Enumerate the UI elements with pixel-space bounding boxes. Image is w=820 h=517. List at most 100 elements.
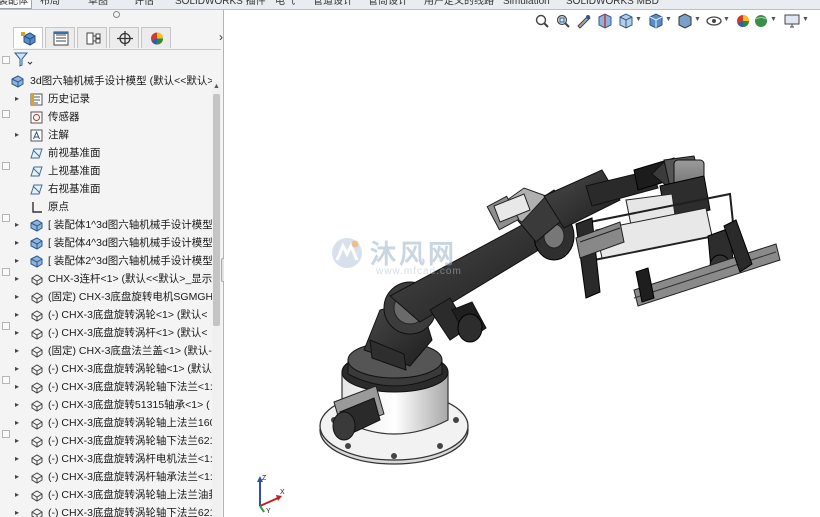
tree-item[interactable]: ▸ [ 装配体1^3d图六轴机械手设计模型 [10,216,212,234]
display-manager-tab[interactable] [141,27,171,48]
property-manager-tab[interactable] [45,27,75,48]
expand-arrow-icon[interactable]: ▸ [15,216,23,234]
expand-arrow-icon[interactable]: ▸ [15,126,23,144]
tree-item[interactable]: ▸ 注解 [10,126,212,144]
tree-item-label: 传感器 [48,111,80,123]
tree-item[interactable]: 前视基准面 [10,144,212,162]
configuration-manager-tab[interactable] [77,27,107,48]
strip-icon[interactable] [2,376,10,384]
scroll-up-icon[interactable]: ▲ [212,82,221,91]
tab-command-2[interactable]: SOLIDWORKS 插件 [175,0,266,8]
tree-item[interactable]: ▸ (-) CHX-3底盘旋转涡轮轴上法兰油封 [10,486,212,504]
strip-icon[interactable] [2,162,10,170]
tree-item[interactable]: ▸ (-) CHX-3底盘旋转涡杆轴承法兰<1: [10,468,212,486]
expand-arrow-icon[interactable]: ▸ [15,306,23,324]
tab-command-7[interactable]: Simulation [503,0,550,8]
command-manager-tabs: 装配体 布局 草图 评估 SOLIDWORKS 插件 电气 管道设计 管筒设计 用户定义的线… [0,0,820,10]
tree-item[interactable]: 上视基准面 [10,162,212,180]
tree-item[interactable]: ▸ (-) CHX-3底盘旋转涡轮轴<1> (默认 [10,360,212,378]
part-icon [31,382,43,394]
triad-z-label: Z [262,475,267,482]
expand-arrow-icon[interactable]: ▸ [15,396,23,414]
feature-manager-tab[interactable] [13,27,43,48]
expand-arrow-icon[interactable]: ▸ [15,324,23,342]
expand-arrow-icon[interactable]: ▸ [15,468,23,486]
tab-command-6[interactable]: 用户定义的线路 [424,0,494,8]
origin-icon [32,202,42,213]
tree-item[interactable]: ▸ (固定) CHX-3底盘旋转电机SGMGH- [10,288,212,306]
strip-icon[interactable] [2,430,10,438]
chevron-right-icon[interactable]: › [219,30,223,44]
expand-arrow-icon[interactable]: ▸ [15,252,23,270]
tree-item-label: (-) CHX-3底盘旋转涡轮轴下法兰<1: [48,381,212,393]
expand-arrow-icon[interactable]: ▸ [15,504,23,517]
panel-splitter[interactable] [113,11,120,18]
tree-item[interactable]: ▸ (-) CHX-3底盘旋转51315轴承<1> ( [10,396,212,414]
history-icon [30,93,43,106]
expand-arrow-icon[interactable]: ▸ [15,486,23,504]
tree-item[interactable]: ▸ (-) CHX-3底盘旋转涡轮轴下法兰621 [10,504,212,517]
tab-command-5[interactable]: 管筒设计 [368,0,408,8]
expand-arrow-icon[interactable]: ▸ [15,288,23,306]
tree-item-label: (-) CHX-3底盘旋转51315轴承<1> ( [48,399,210,411]
strip-icon[interactable] [2,56,10,64]
feature-tree-icon [21,32,36,46]
tree-item-label: (固定) CHX-3底盘法兰盖<1> (默认- [48,345,212,357]
tree-item[interactable]: 原点 [10,198,212,216]
expand-arrow-icon[interactable]: ▸ [15,432,23,450]
tree-item[interactable]: 右视基准面 [10,180,212,198]
tree-item[interactable]: ▸ (-) CHX-3底盘旋转涡轮轴下法兰621 [10,432,212,450]
tree-item-label: 历史记录 [48,93,90,105]
filter-icon[interactable] [14,52,34,68]
tree-item[interactable]: ▸ (-) CHX-3底盘旋转涡轮轴下法兰<1: [10,378,212,396]
tree-item-label: (-) CHX-3底盘旋转涡轮轴上法兰160 [48,417,212,429]
tree-scrollbar[interactable]: ▲ [212,82,221,517]
feature-manager-panel: › 3d图六轴机械手设计模型 (默认<<默认> ▸ 历史记录传感器 ▸ 注解 前视基准面… [0,10,224,517]
expand-arrow-icon[interactable]: ▸ [15,450,23,468]
tab-assembly[interactable]: 装配体 [0,0,32,9]
strip-icon[interactable] [2,110,10,118]
expand-arrow-icon[interactable]: ▸ [15,90,23,108]
expand-arrow-icon[interactable]: ▸ [15,270,23,288]
tree-item[interactable]: ▸ (固定) CHX-3底盘法兰盖<1> (默认- [10,342,212,360]
part-icon [31,490,43,502]
expand-arrow-icon[interactable]: ▸ [15,414,23,432]
part-icon [31,292,43,304]
tree-item[interactable]: ▸ 历史记录 [10,90,212,108]
triad-x-label: X [280,489,285,496]
tree-item-label: 原点 [48,201,69,213]
tree-item-label: (固定) CHX-3底盘旋转电机SGMGH- [48,291,212,303]
robot-arm-model[interactable] [224,10,820,517]
tree-root[interactable]: 3d图六轴机械手设计模型 (默认<<默认> [10,72,212,90]
tab-command-3[interactable]: 电气 [275,0,295,8]
tree-item[interactable]: ▸ (-) CHX-3底盘旋转涡杆电机法兰<1: [10,450,212,468]
tree-item-label: (-) CHX-3底盘旋转涡轮轴下法兰621 [48,435,212,447]
strip-icon[interactable] [2,214,10,222]
expand-arrow-icon[interactable]: ▸ [15,234,23,252]
expand-arrow-icon[interactable]: ▸ [15,378,23,396]
expand-arrow-icon[interactable]: ▸ [15,360,23,378]
tab-command-0[interactable]: 草图 [88,0,108,8]
expand-arrow-icon[interactable]: ▸ [15,342,23,360]
plane-icon [30,148,43,159]
strip-icon[interactable] [2,322,10,330]
tab-command-1[interactable]: 评估 [134,0,154,8]
tree-item[interactable]: ▸ [ 装配体2^3d图六轴机械手设计模型 [10,252,212,270]
tree-item[interactable]: ▸ (-) CHX-3底盘旋转涡杆<1> (默认< [10,324,212,342]
tree-item[interactable]: 传感器 [10,108,212,126]
tab-command-4[interactable]: 管道设计 [313,0,353,8]
tree-item[interactable]: ▸ [ 装配体4^3d图六轴机械手设计模型 [10,234,212,252]
tree-item[interactable]: ▸ CHX-3连杆<1> (默认<<默认>_显示 [10,270,212,288]
part-icon [31,400,43,412]
tree-item[interactable]: ▸ (-) CHX-3底盘旋转涡轮<1> (默认< [10,306,212,324]
graphics-viewport[interactable]: ▼ ▼ ▼ ▼ ▼ ▼ 沐风网 www.mfcad.com Z X Y [224,10,820,517]
tab-command-8[interactable]: SOLIDWORKS MBD [566,0,659,8]
tab-layout[interactable]: 布局 [40,0,60,8]
strip-icon[interactable] [2,268,10,276]
annotation-icon [30,129,43,142]
assembly-icon [30,255,43,268]
watermark: 沐风网 www.mfcad.com [330,232,500,282]
tree-item[interactable]: ▸ (-) CHX-3底盘旋转涡轮轴上法兰160 [10,414,212,432]
dimxpert-manager-tab[interactable] [109,27,139,48]
scroll-thumb[interactable] [213,94,220,326]
